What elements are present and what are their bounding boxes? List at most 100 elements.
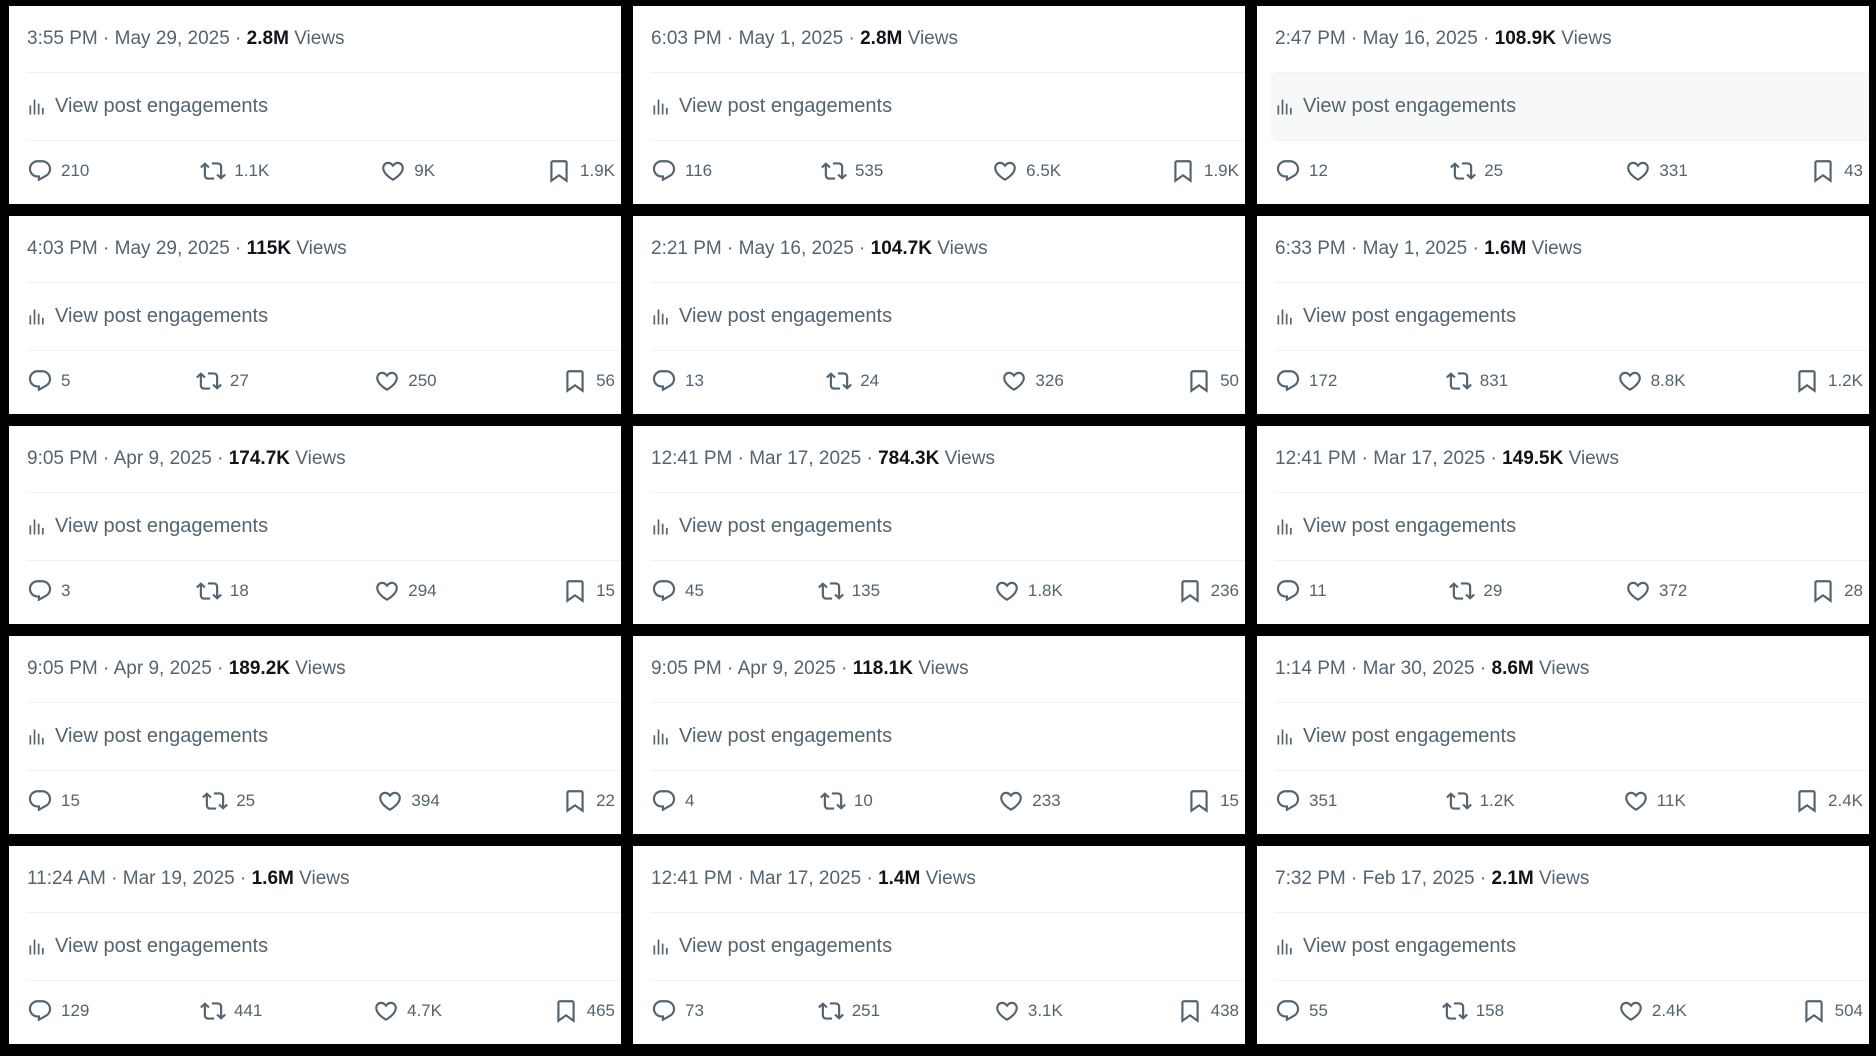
view-post-engagements-link[interactable]: View post engagements (1271, 703, 1869, 770)
reply-button[interactable]: 5 (27, 368, 70, 394)
reply-button[interactable]: 172 (1275, 368, 1337, 394)
like-button[interactable]: 294 (374, 578, 437, 604)
view-post-engagements-link[interactable]: View post engagements (647, 493, 1245, 560)
reply-button[interactable]: 3 (27, 578, 70, 604)
post-timestamp[interactable]: 9:05 PM · Apr 9, 2025 · (27, 658, 229, 679)
post-timestamp[interactable]: 9:05 PM · Apr 9, 2025 · (27, 448, 229, 469)
repost-button[interactable]: 27 (195, 368, 249, 394)
divider (651, 560, 1245, 561)
view-post-engagements-link[interactable]: View post engagements (1271, 73, 1869, 140)
view-count: 1.6M (251, 868, 294, 889)
repost-button[interactable]: 1.1K (200, 158, 269, 184)
repost-button[interactable]: 441 (200, 998, 262, 1024)
repost-button[interactable]: 831 (1445, 368, 1508, 394)
post-timestamp[interactable]: 9:05 PM · Apr 9, 2025 · (651, 658, 853, 679)
view-post-engagements-link[interactable]: View post engagements (23, 913, 621, 980)
repost-button[interactable]: 158 (1441, 998, 1504, 1024)
repost-button[interactable]: 251 (817, 998, 881, 1024)
repost-button[interactable]: 24 (826, 368, 879, 394)
like-button[interactable]: 1.8K (994, 578, 1063, 604)
like-button[interactable]: 6.5K (992, 158, 1061, 184)
view-post-engagements-label: View post engagements (55, 725, 269, 747)
like-button[interactable]: 9K (380, 158, 435, 184)
like-button[interactable]: 233 (998, 788, 1061, 814)
view-post-engagements-link[interactable]: View post engagements (647, 283, 1245, 350)
bookmark-button[interactable]: 1.9K (1170, 158, 1239, 184)
reply-count: 351 (1309, 791, 1338, 810)
views-label: Views (1568, 448, 1619, 469)
like-button[interactable]: 3.1K (994, 998, 1063, 1024)
post-timestamp[interactable]: 4:03 PM · May 29, 2025 · (27, 238, 247, 259)
post-timestamp[interactable]: 6:33 PM · May 1, 2025 · (1275, 238, 1484, 259)
post-timestamp[interactable]: 3:55 PM · May 29, 2025 · (27, 28, 247, 49)
like-button[interactable]: 331 (1625, 158, 1688, 184)
bookmark-button[interactable]: 56 (562, 368, 615, 394)
post-timestamp[interactable]: 11:24 AM · Mar 19, 2025 · (27, 868, 252, 889)
reply-icon (652, 580, 676, 602)
repost-button[interactable]: 25 (202, 788, 255, 814)
repost-button[interactable]: 18 (195, 578, 249, 604)
repost-count: 251 (851, 1001, 881, 1020)
post-meta: 12:41 PM · Mar 17, 2025 · 1.4M Views (651, 868, 1235, 890)
like-button[interactable]: 394 (377, 788, 440, 814)
repost-button[interactable]: 135 (817, 578, 880, 604)
view-post-engagements-link[interactable]: View post engagements (1271, 493, 1869, 560)
reply-button[interactable]: 351 (1275, 788, 1337, 814)
bookmark-button[interactable]: 438 (1177, 998, 1239, 1024)
reply-button[interactable]: 129 (27, 998, 89, 1024)
view-post-engagements-link[interactable]: View post engagements (647, 913, 1245, 980)
repost-button[interactable]: 1.2K (1445, 788, 1515, 814)
reply-button[interactable]: 116 (651, 158, 712, 184)
view-post-engagements-link[interactable]: View post engagements (23, 703, 621, 770)
post-timestamp[interactable]: 12:41 PM · Mar 17, 2025 · (651, 868, 878, 889)
like-button[interactable]: 4.7K (373, 998, 442, 1024)
repost-button[interactable]: 535 (821, 158, 883, 184)
bar-chart-icon (653, 99, 668, 114)
post-timestamp[interactable]: 12:41 PM · Mar 17, 2025 · (651, 448, 878, 469)
view-post-engagements-link[interactable]: View post engagements (1271, 913, 1869, 980)
repost-button[interactable]: 25 (1450, 158, 1503, 184)
like-button[interactable]: 326 (1001, 368, 1064, 394)
bookmark-button[interactable]: 1.9K (546, 158, 615, 184)
reply-button[interactable]: 210 (27, 158, 89, 184)
bookmark-button[interactable]: 2.4K (1794, 788, 1863, 814)
view-post-engagements-link[interactable]: View post engagements (647, 73, 1245, 140)
reply-button[interactable]: 55 (1275, 998, 1328, 1024)
bookmark-button[interactable]: 43 (1810, 158, 1863, 184)
reply-button[interactable]: 15 (27, 788, 80, 814)
reply-button[interactable]: 12 (1275, 158, 1328, 184)
post-timestamp[interactable]: 1:14 PM · Mar 30, 2025 · (1275, 658, 1492, 679)
bookmark-button[interactable]: 50 (1186, 368, 1239, 394)
bookmark-button[interactable]: 15 (562, 578, 615, 604)
post-timestamp[interactable]: 2:21 PM · May 16, 2025 · (651, 238, 871, 259)
reply-button[interactable]: 45 (651, 578, 704, 604)
like-button[interactable]: 2.4K (1618, 998, 1687, 1024)
bookmark-button[interactable]: 22 (562, 788, 615, 814)
view-post-engagements-link[interactable]: View post engagements (1271, 283, 1869, 350)
reply-button[interactable]: 13 (651, 368, 704, 394)
repost-button[interactable]: 10 (819, 788, 873, 814)
repost-icon (819, 792, 846, 810)
view-post-engagements-link[interactable]: View post engagements (23, 493, 621, 560)
post-timestamp[interactable]: 7:32 PM · Feb 17, 2025 · (1275, 868, 1492, 889)
bookmark-button[interactable]: 504 (1801, 998, 1863, 1024)
bookmark-button[interactable]: 465 (553, 998, 615, 1024)
post-timestamp[interactable]: 2:47 PM · May 16, 2025 · (1275, 28, 1495, 49)
bookmark-button[interactable]: 28 (1810, 578, 1863, 604)
repost-button[interactable]: 29 (1449, 578, 1502, 604)
like-button[interactable]: 8.8K (1617, 368, 1686, 394)
view-post-engagements-link[interactable]: View post engagements (23, 283, 621, 350)
reply-button[interactable]: 4 (651, 788, 694, 814)
reply-button[interactable]: 73 (651, 998, 704, 1024)
reply-button[interactable]: 11 (1275, 578, 1327, 604)
like-button[interactable]: 11K (1623, 788, 1686, 814)
bookmark-button[interactable]: 15 (1186, 788, 1239, 814)
bookmark-button[interactable]: 236 (1177, 578, 1239, 604)
post-timestamp[interactable]: 12:41 PM · Mar 17, 2025 · (1275, 448, 1502, 469)
view-post-engagements-link[interactable]: View post engagements (647, 703, 1245, 770)
like-button[interactable]: 372 (1625, 578, 1687, 604)
view-post-engagements-link[interactable]: View post engagements (23, 73, 621, 140)
like-button[interactable]: 250 (374, 368, 437, 394)
post-timestamp[interactable]: 6:03 PM · May 1, 2025 · (651, 28, 860, 49)
bookmark-button[interactable]: 1.2K (1794, 368, 1863, 394)
